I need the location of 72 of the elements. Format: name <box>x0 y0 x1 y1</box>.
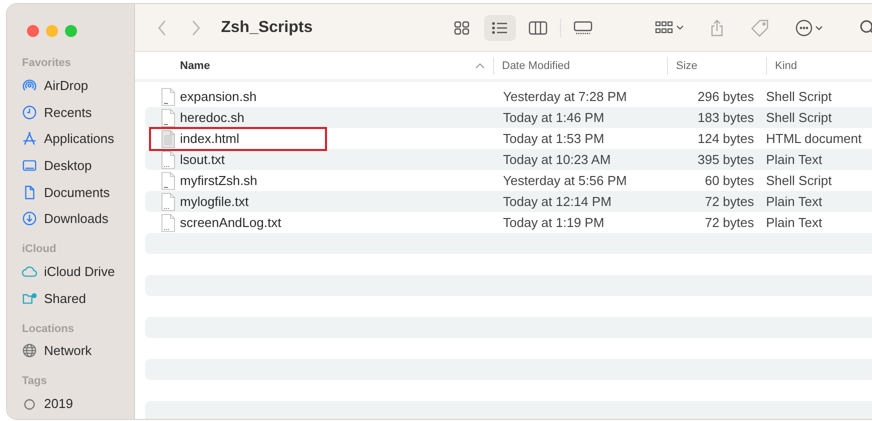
sidebar-item[interactable]: Desktop <box>17 152 134 179</box>
file-name[interactable]: screenAndLog.txt <box>180 215 282 230</box>
shared-folder-icon <box>22 290 37 306</box>
sidebar-item[interactable]: Downloads <box>17 205 134 232</box>
list-view-button[interactable] <box>484 14 516 40</box>
list-icon <box>490 20 510 36</box>
sidebar-item[interactable]: Recents <box>17 98 134 126</box>
table-cell-text: Shell Script <box>766 110 833 125</box>
text-file-icon <box>161 150 175 168</box>
app-store-icon <box>22 131 37 146</box>
sidebar-item[interactable]: AirDrop <box>17 72 134 99</box>
table-cell-text: 395 bytes <box>696 152 755 167</box>
file-name[interactable]: lsout.txt <box>180 152 225 167</box>
table-cell-text: Yesterday at 7:28 PM <box>502 89 628 104</box>
sidebar-section-title: Favorites <box>21 56 72 71</box>
file-name[interactable]: index.html <box>180 131 240 146</box>
group-button[interactable] <box>655 20 685 36</box>
window-title: Zsh_Scripts <box>221 18 314 36</box>
text-file-icon <box>161 192 175 210</box>
script-file-icon <box>161 88 175 106</box>
table-cell-text: 72 bytes <box>704 215 755 230</box>
sidebar-item[interactable]: Documents <box>17 178 134 206</box>
sidebar-item[interactable]: Network <box>17 338 134 364</box>
table-cell-text: 124 bytes <box>696 131 755 146</box>
sort-ascending-icon <box>475 62 485 68</box>
columns-icon <box>528 20 548 36</box>
sidebar-section-title: iCloud <box>21 242 58 258</box>
sidebar-section-title: Tags <box>21 374 48 390</box>
column-header[interactable]: Kind <box>766 56 866 74</box>
file-name[interactable]: mylogfile.txt <box>180 194 249 209</box>
table-cell-text: Plain Text <box>766 152 824 167</box>
sidebar-item[interactable]: Shared <box>17 284 134 312</box>
table-cell-text: 72 bytes <box>704 194 755 209</box>
sidebar-item[interactable]: Applications <box>17 125 134 152</box>
table-cell-text: Today at 1:53 PM <box>502 131 606 146</box>
file-name[interactable]: myfirstZsh.sh <box>180 173 258 188</box>
download-icon <box>22 211 37 226</box>
script-file-icon <box>161 108 175 126</box>
table-cell-text: Shell Script <box>766 173 833 188</box>
file-name[interactable]: expansion.sh <box>180 89 257 104</box>
column-header[interactable]: Size <box>667 56 766 74</box>
table-cell-text: 60 bytes <box>704 173 755 188</box>
table-cell-text: Plain Text <box>766 215 824 230</box>
globe-icon <box>22 343 37 358</box>
sidebar-item[interactable]: 2019 <box>17 390 134 417</box>
html-file-icon <box>161 130 175 148</box>
sidebar-item[interactable]: iCloud Drive <box>17 258 134 285</box>
document-icon <box>22 184 37 200</box>
more-button[interactable] <box>795 18 825 36</box>
table-cell-text: Shell Script <box>766 89 833 104</box>
gallery-icon <box>573 20 593 36</box>
clock-icon <box>22 104 37 120</box>
cloud-icon <box>22 264 37 279</box>
column-header[interactable]: Date Modified <box>493 56 667 74</box>
airdrop-icon <box>22 78 37 93</box>
column-header[interactable]: Name <box>135 56 493 74</box>
tag-circle-icon <box>22 396 37 412</box>
monitor-icon <box>22 158 37 173</box>
table-cell-text: Today at 1:46 PM <box>502 110 606 125</box>
table-cell-text: Today at 10:23 AM <box>502 152 612 167</box>
file-name[interactable]: heredoc.sh <box>180 110 244 125</box>
table-cell-text: HTML document <box>766 131 863 146</box>
text-file-icon <box>161 214 175 232</box>
sidebar-section-title: Locations <box>21 322 75 336</box>
script-file-icon <box>161 172 175 190</box>
grid-icon <box>452 20 472 36</box>
table-cell-text: 183 bytes <box>696 110 755 125</box>
table-cell-text: 296 bytes <box>696 89 755 104</box>
table-cell-text: Yesterday at 5:56 PM <box>502 173 628 188</box>
table-cell-text: Today at 12:14 PM <box>502 194 612 209</box>
table-cell-text: Today at 1:19 PM <box>502 215 606 230</box>
table-cell-text: Plain Text <box>766 194 824 209</box>
